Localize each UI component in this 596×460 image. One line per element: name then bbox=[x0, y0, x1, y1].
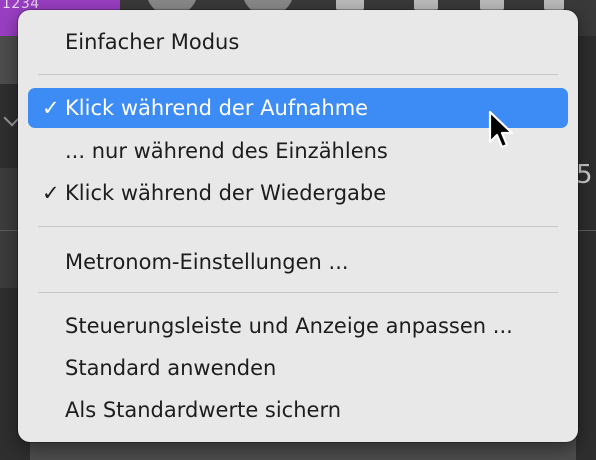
browser-icon[interactable] bbox=[544, 0, 564, 10]
menu-item-metronom-einstellungen[interactable]: Metronom-Einstellungen ... bbox=[28, 242, 568, 282]
notepad-icon[interactable] bbox=[414, 0, 438, 10]
checkmark-icon: ✓ bbox=[42, 96, 60, 120]
list-icon[interactable] bbox=[336, 0, 364, 10]
menu-item-label: Standard anwenden bbox=[65, 356, 277, 380]
menu-separator bbox=[38, 74, 558, 75]
menu-item-label: Einfacher Modus bbox=[65, 30, 240, 54]
menu-item-standardwerte-sichern[interactable]: Als Standardwerte sichern bbox=[28, 390, 568, 430]
menu-item-label: ... nur während des Einzählens bbox=[65, 139, 388, 163]
pointer-cursor-icon bbox=[488, 110, 514, 149]
menu-item-einfacher-modus[interactable]: Einfacher Modus bbox=[28, 22, 568, 62]
menu-item-label: Metronom-Einstellungen ... bbox=[65, 250, 349, 274]
loop-browser-icon[interactable] bbox=[480, 0, 504, 10]
menu-separator bbox=[38, 292, 558, 293]
menu-item-label: Steuerungsleiste und Anzeige anpassen ..… bbox=[65, 314, 513, 338]
menu-item-klick-wiedergabe[interactable]: ✓ Klick während der Wiedergabe bbox=[28, 173, 568, 213]
right-panel bbox=[576, 36, 596, 460]
ruler-number: 5 bbox=[576, 160, 593, 190]
checkmark-icon: ✓ bbox=[42, 181, 60, 205]
menu-item-label: Klick während der Aufnahme bbox=[65, 96, 369, 120]
menu-item-label: Klick während der Wiedergabe bbox=[65, 181, 387, 205]
app-window: 1234 5 Einfacher Modus ✓ Klick während d… bbox=[0, 0, 596, 460]
menu-item-steuerungsleiste-anpassen[interactable]: Steuerungsleiste und Anzeige anpassen ..… bbox=[28, 306, 568, 346]
menu-separator bbox=[38, 226, 558, 227]
menu-item-standard-anwenden[interactable]: Standard anwenden bbox=[28, 348, 568, 388]
divider bbox=[576, 230, 596, 231]
menu-item-label: Als Standardwerte sichern bbox=[65, 398, 342, 422]
metronome-context-menu: Einfacher Modus ✓ Klick während der Aufn… bbox=[18, 10, 578, 442]
